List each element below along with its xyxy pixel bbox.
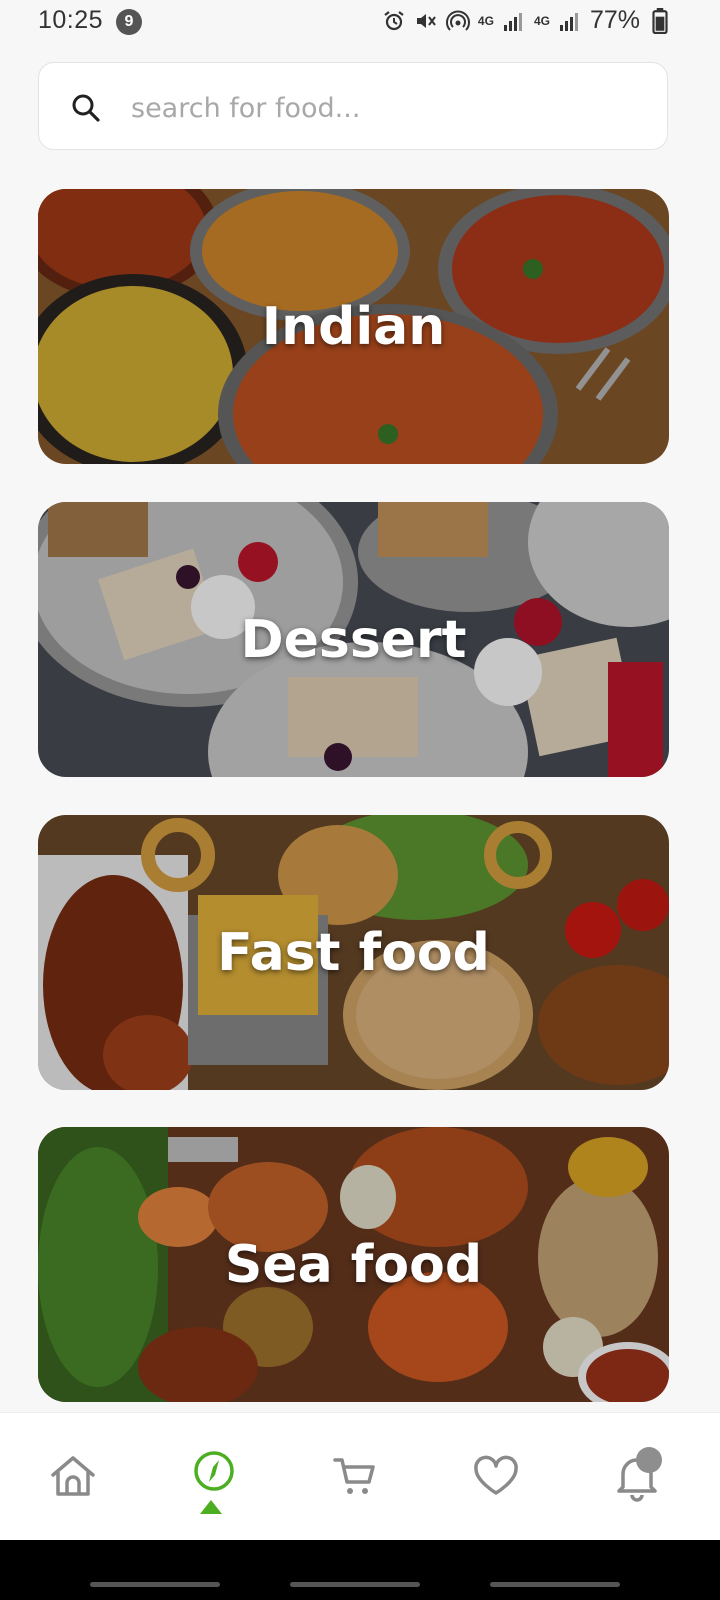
home-icon xyxy=(51,1456,95,1496)
hotspot-icon xyxy=(445,10,470,31)
system-back-handle[interactable] xyxy=(90,1582,220,1587)
nav-home[interactable] xyxy=(22,1413,122,1541)
alarm-icon xyxy=(384,10,404,30)
system-home-handle[interactable] xyxy=(290,1582,420,1587)
notification-count-badge: 9 xyxy=(116,9,142,35)
app-screen: 10:25 9 4G 4G 77% search for food... Ind… xyxy=(0,0,720,1600)
signal-icon-2 xyxy=(559,12,578,31)
signal-icon xyxy=(503,12,522,31)
bottom-navigation xyxy=(0,1412,720,1541)
category-label: Fast food xyxy=(217,922,490,983)
active-tab-indicator xyxy=(200,1500,222,1514)
category-label: Dessert xyxy=(240,609,467,670)
heart-icon xyxy=(474,1455,518,1495)
category-card-dessert[interactable]: Dessert xyxy=(38,502,669,777)
network-type-2: 4G xyxy=(533,13,550,28)
cart-icon xyxy=(333,1458,375,1494)
search-input[interactable] xyxy=(129,83,633,133)
mute-icon xyxy=(416,13,436,28)
battery-icon xyxy=(652,7,668,34)
status-bar: 10:25 9 4G 4G 77% xyxy=(0,0,720,44)
network-type-1: 4G xyxy=(477,13,494,28)
compass-icon xyxy=(194,1451,234,1491)
battery-percentage: 77% xyxy=(589,6,640,34)
category-card-indian[interactable]: Indian xyxy=(38,189,669,464)
category-card-sea-food[interactable]: Sea food xyxy=(38,1127,669,1402)
status-icons: 4G 4G 77% xyxy=(382,6,672,35)
nav-notifications[interactable] xyxy=(586,1413,686,1541)
category-label: Sea food xyxy=(224,1234,483,1295)
nav-explore[interactable] xyxy=(163,1413,263,1541)
search-bar[interactable] xyxy=(38,62,668,150)
notification-dot xyxy=(636,1447,662,1473)
category-label: Indian xyxy=(261,296,446,357)
nav-cart[interactable] xyxy=(305,1413,405,1541)
system-recents-handle[interactable] xyxy=(490,1582,620,1587)
system-navigation-bar xyxy=(0,1540,720,1600)
search-icon xyxy=(72,94,100,122)
status-time: 10:25 xyxy=(38,6,104,34)
category-card-fast-food[interactable]: Fast food xyxy=(38,815,669,1090)
nav-favorites[interactable] xyxy=(445,1413,545,1541)
